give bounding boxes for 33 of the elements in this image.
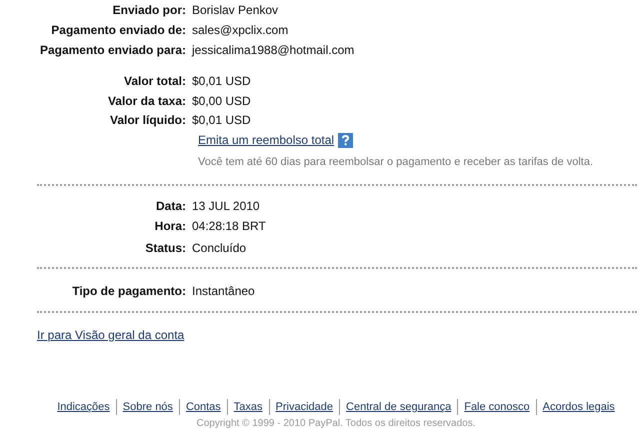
refund-note: Você tem até 60 dias para reembolsar o pagamento e receber as tarifas de volta. [198,154,594,170]
field-value: Borislav Penkov [192,2,278,19]
field-label: Status: [144,240,187,257]
field-label: Pagamento enviado de: [50,22,187,39]
footer-link[interactable]: Central de segurança [339,398,458,416]
field-value: $0,01 USD [192,73,251,90]
refund-link[interactable]: Emita um reembolso total [198,131,334,149]
footer-link[interactable]: Privacidade [268,398,340,416]
footer-link[interactable]: Indicações [51,398,116,416]
footer-link[interactable]: Sobre nós [116,398,179,416]
footer-link[interactable]: Acordos legais [536,398,621,416]
field-label: Valor total: [122,73,187,90]
field-value: $0,01 USD [192,112,251,128]
field-label: Valor da taxa: [106,93,187,110]
account-overview-link[interactable]: Ir para Visão geral da conta [37,326,184,344]
field-value: jessicalima1988@hotmail.com [192,42,354,59]
field-value: $0,00 USD [192,93,251,110]
footer-link[interactable]: Taxas [226,398,269,416]
field-value: 04:28:18 BRT [192,218,266,235]
footer-link[interactable]: Fale conosco [457,398,536,416]
field-value: Instantâneo [192,283,255,300]
footer-link[interactable]: Contas [178,398,227,416]
field-label: Valor líquido: [108,112,187,128]
field-value: Concluído [192,240,246,257]
field-label: Data: [154,198,187,215]
field-label: Hora: [154,218,187,235]
help-icon[interactable] [338,132,354,148]
field-value: 13 JUL 2010 [192,198,260,215]
field-label: Pagamento enviado para: [38,42,187,59]
copyright-text: Copyright © 1999 - 2010 PayPal. Todos os direitos reservados. [196,417,476,429]
field-value: sales@xpclix.com [192,22,288,39]
field-label: Enviado por: [112,2,187,19]
field-label: Tipo de pagamento: [71,283,187,300]
